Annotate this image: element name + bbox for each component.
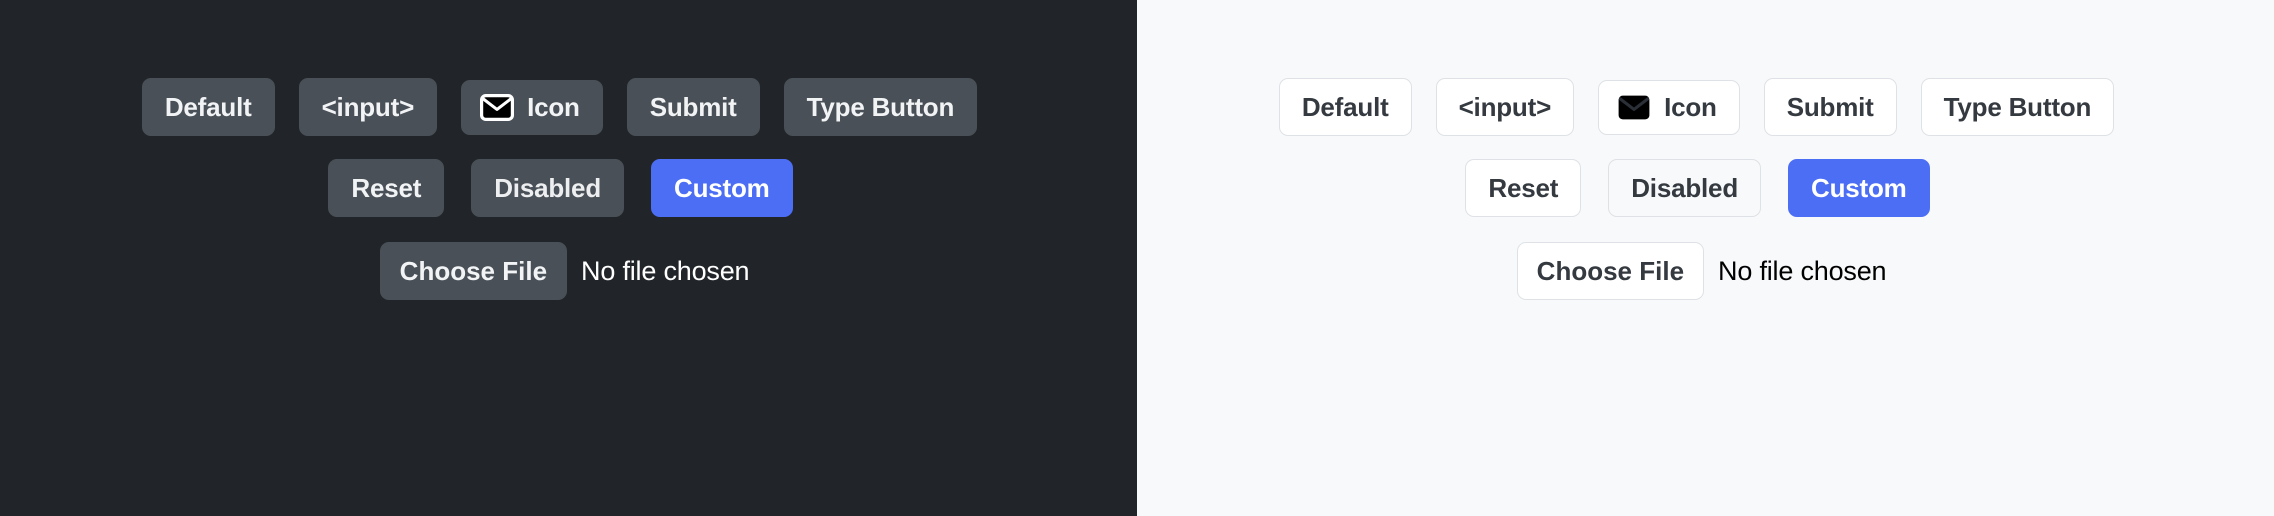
dark-reset-button[interactable]: Reset bbox=[328, 159, 445, 217]
light-disabled-button: Disabled bbox=[1608, 159, 1762, 217]
light-row-secondary: Reset Disabled Custom bbox=[1121, 159, 2274, 217]
dark-custom-button[interactable]: Custom bbox=[651, 159, 793, 217]
light-submit-button[interactable]: Submit bbox=[1763, 78, 1897, 136]
envelope-icon bbox=[1617, 94, 1651, 121]
dark-row-secondary: Reset Disabled Custom bbox=[0, 159, 1137, 217]
dark-choose-file-button[interactable]: Choose File bbox=[379, 242, 568, 300]
light-icon-button[interactable]: Icon bbox=[1598, 79, 1740, 135]
button-showcase-stage: Default <input> Icon Submit Type Button … bbox=[0, 0, 2274, 516]
dark-file-status-label: No file chosen bbox=[581, 255, 750, 286]
dark-file-input[interactable]: Choose File No file chosen bbox=[379, 242, 750, 300]
dark-button-rows: Default <input> Icon Submit Type Button … bbox=[0, 0, 1137, 300]
light-choose-file-button[interactable]: Choose File bbox=[1516, 242, 1705, 300]
light-theme-panel: Default <input> Icon Submit Type Button … bbox=[1137, 0, 2274, 516]
light-reset-button[interactable]: Reset bbox=[1465, 159, 1582, 217]
dark-type-button[interactable]: Type Button bbox=[783, 78, 978, 136]
light-input-button[interactable]: <input> bbox=[1435, 78, 1575, 136]
light-custom-button[interactable]: Custom bbox=[1788, 159, 1930, 217]
dark-submit-button[interactable]: Submit bbox=[626, 78, 760, 136]
dark-icon-button-label: Icon bbox=[527, 92, 580, 122]
light-row-file: Choose File No file chosen bbox=[1129, 242, 2274, 300]
light-type-button[interactable]: Type Button bbox=[1920, 78, 2115, 136]
light-file-status-label: No file chosen bbox=[1718, 255, 1887, 286]
light-default-button[interactable]: Default bbox=[1278, 78, 1412, 136]
light-file-input[interactable]: Choose File No file chosen bbox=[1516, 242, 1887, 300]
light-button-rows: Default <input> Icon Submit Type Button … bbox=[1137, 0, 2274, 300]
light-row-primary: Default <input> Icon Submit Type Button bbox=[1119, 78, 2274, 136]
dark-default-button[interactable]: Default bbox=[141, 78, 275, 136]
dark-icon-button[interactable]: Icon bbox=[461, 79, 603, 135]
envelope-icon bbox=[480, 93, 515, 121]
dark-disabled-button: Disabled bbox=[471, 159, 625, 217]
dark-input-button[interactable]: <input> bbox=[298, 78, 438, 136]
dark-row-primary: Default <input> Icon Submit Type Button bbox=[0, 78, 1137, 136]
dark-row-file: Choose File No file chosen bbox=[0, 242, 1137, 300]
light-icon-button-label: Icon bbox=[1664, 92, 1717, 122]
dark-theme-panel: Default <input> Icon Submit Type Button … bbox=[0, 0, 1137, 516]
